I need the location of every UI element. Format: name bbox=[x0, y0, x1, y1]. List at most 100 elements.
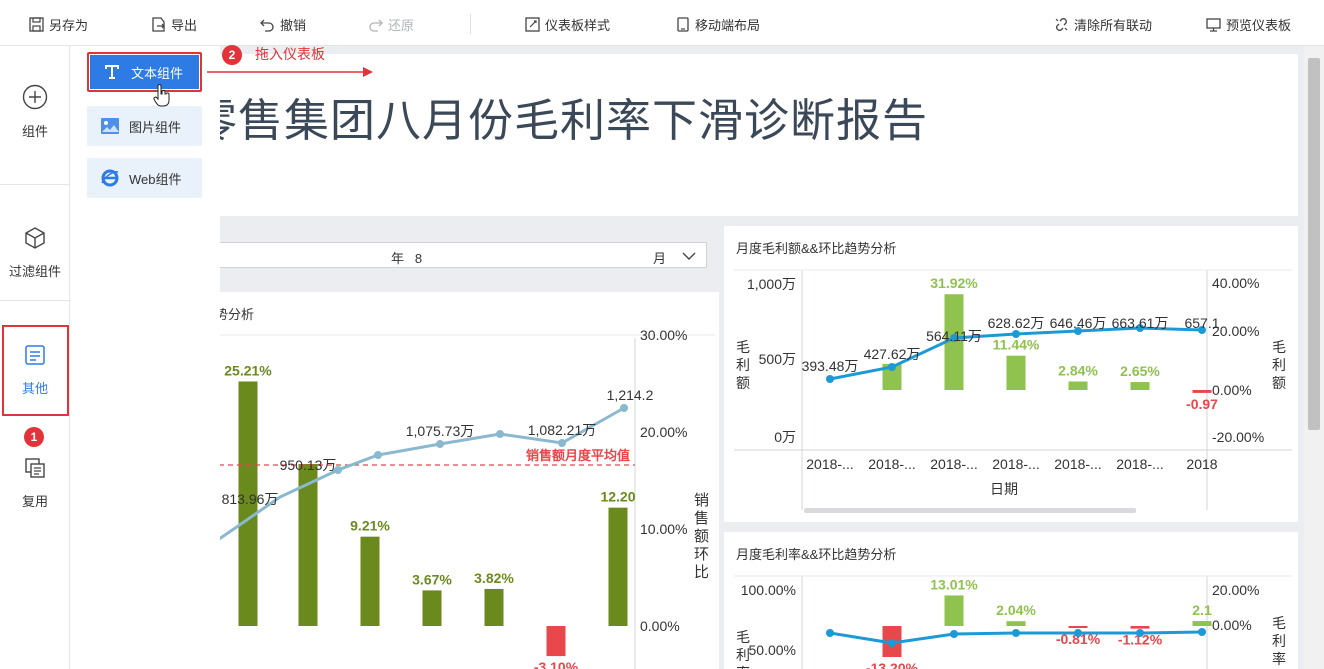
image-component-label: 图片组件 bbox=[129, 119, 182, 135]
left-tick-label: 500万 bbox=[759, 351, 796, 367]
right-tick-label: 10.00% bbox=[640, 521, 687, 537]
right-tick-label: 40.00% bbox=[1212, 275, 1259, 291]
x-tick-label: 2018-... bbox=[868, 456, 915, 472]
sales-bar bbox=[546, 626, 566, 657]
sidebar-item-components[interactable]: 组件 bbox=[0, 84, 70, 140]
step-badge-1: 1 bbox=[24, 427, 44, 447]
text-t-icon bbox=[101, 61, 123, 83]
clear-links-button[interactable]: 清除所有联动 bbox=[1053, 14, 1152, 34]
sidebar-item-label: 过滤组件 bbox=[8, 264, 61, 279]
redo-icon bbox=[367, 16, 383, 32]
x-axis-label: 日期 bbox=[990, 481, 1018, 497]
preview-button[interactable]: 预览仪表板 bbox=[1205, 14, 1291, 34]
sales-bar-label: 9.21% bbox=[350, 518, 390, 534]
sidebar-item-filters[interactable]: 过滤组件 bbox=[0, 226, 70, 280]
export-icon bbox=[150, 16, 166, 32]
right-axis-label-char: 率 bbox=[1272, 651, 1286, 667]
monitor-icon bbox=[1205, 16, 1221, 32]
gross-profit-chart: 1,000万500万0万40.00%20.00%0.00%-20.00%毛利额毛… bbox=[734, 269, 1292, 513]
right-axis-label-char: 比 bbox=[694, 564, 709, 581]
text-component-item[interactable]: 文本组件 bbox=[87, 52, 202, 92]
undo-icon bbox=[259, 16, 275, 32]
month-filter[interactable]: 年 8 月 bbox=[220, 242, 707, 268]
web-component-item[interactable]: Web组件 bbox=[87, 158, 202, 198]
ie-browser-icon bbox=[99, 167, 121, 189]
right-axis-label-char: 利 bbox=[1272, 633, 1286, 649]
sales-bar bbox=[608, 507, 628, 626]
sales-point bbox=[436, 440, 444, 448]
mobile-layout-button[interactable]: 移动端布局 bbox=[674, 14, 760, 34]
sidebar-item-label: 组件 bbox=[21, 124, 48, 139]
scrollbar-thumb[interactable] bbox=[1308, 58, 1320, 430]
sales-line-label: 950.13万 bbox=[280, 457, 337, 473]
gross-profit-card[interactable]: 月度毛利额&&环比趋势分析 1,000万 500万 0万 40.00% 20.00% 0.… bbox=[724, 226, 1298, 522]
redo-label: 还原 bbox=[388, 17, 415, 33]
drag-hint-label: 拖入仪表板 bbox=[255, 46, 325, 62]
right-tick-label: 0.00% bbox=[640, 618, 680, 634]
right-tick-label: 20.00% bbox=[1212, 582, 1259, 598]
vertical-scrollbar[interactable] bbox=[1304, 46, 1324, 669]
horizontal-scroll-thumb bbox=[804, 508, 1136, 513]
preview-label: 预览仪表板 bbox=[1226, 17, 1292, 33]
gross-margin-ratio-label: 13.01% bbox=[930, 576, 978, 592]
gross-profit-ratio-label: -0.97 bbox=[1186, 396, 1218, 412]
gross-margin-bar bbox=[1006, 621, 1026, 626]
gross-margin-bar bbox=[1068, 626, 1088, 628]
gross-margin-bar bbox=[1192, 621, 1212, 626]
toolbar-divider bbox=[470, 14, 471, 34]
sales-chart: 30.00% 20.00% 10.00% 0.00% 销售额环比 25.21% 9.21% 3… bbox=[220, 327, 715, 669]
right-axis-label-char: 额 bbox=[1272, 375, 1286, 391]
hand-cursor-icon bbox=[153, 84, 170, 107]
gross-profit-ratio-label: 11.44% bbox=[993, 337, 1040, 353]
document-icon bbox=[0, 343, 70, 370]
sales-chart-card[interactable]: 势分析 30.00% 20.00% 10.00% 0.00% 销售额环比 25.21% 9.… bbox=[220, 292, 719, 669]
left-axis-label-char: 毛 bbox=[736, 629, 750, 645]
sales-bar bbox=[360, 536, 380, 626]
x-tick-label: 2018-... bbox=[1116, 456, 1163, 472]
left-sidebar: 组件 过滤组件 其他 1 复用 bbox=[0, 46, 70, 669]
sidebar-item-reuse[interactable]: 复用 bbox=[0, 456, 70, 510]
text-component-label: 文本组件 bbox=[131, 65, 184, 81]
sidebar-item-other[interactable]: 其他 bbox=[0, 343, 70, 397]
right-axis-label-char: 售 bbox=[694, 510, 709, 527]
export-button[interactable]: 导出 bbox=[150, 14, 197, 34]
sales-point bbox=[558, 439, 566, 447]
sales-bar-label: 3.82% bbox=[474, 570, 514, 586]
sidebar-divider bbox=[0, 184, 70, 185]
plus-circle-icon bbox=[0, 84, 70, 113]
gross-profit-ratio-label: 31.92% bbox=[930, 275, 978, 291]
gross-profit-amount-label: 646.46万 bbox=[1050, 315, 1107, 331]
gross-margin-card[interactable]: 月度毛利率&&环比趋势分析 100.00% 50.00% 20.00% 0.00% 毛利… bbox=[724, 532, 1298, 669]
gross-margin-chart: 100.00%50.00%20.00%0.00%毛利率毛利率环-13.20%13… bbox=[734, 575, 1292, 669]
gross-margin-point bbox=[1136, 629, 1144, 637]
left-axis-label-char: 利 bbox=[736, 647, 750, 663]
dashboard-style-button[interactable]: 仪表板样式 bbox=[524, 14, 610, 34]
left-axis-label-char: 率 bbox=[736, 665, 750, 669]
component-panel: 文本组件 图片组件 Web组件 bbox=[70, 46, 220, 669]
sales-line-label: 1,075.73万 bbox=[406, 423, 475, 439]
gross-profit-ratio-label: 2.84% bbox=[1058, 362, 1098, 378]
left-axis-label-char: 毛 bbox=[736, 339, 750, 355]
undo-button[interactable]: 撤销 bbox=[259, 14, 306, 34]
gross-margin-bar bbox=[1130, 626, 1150, 629]
style-icon bbox=[524, 16, 540, 32]
mobile-layout-label: 移动端布局 bbox=[695, 17, 761, 33]
gross-margin-point bbox=[950, 630, 958, 638]
right-axis-label-char: 额 bbox=[694, 528, 709, 545]
image-component-item[interactable]: 图片组件 bbox=[87, 106, 202, 146]
gross-profit-bar bbox=[1130, 382, 1150, 390]
right-axis-label-char: 利 bbox=[1272, 357, 1286, 373]
right-tick-label: 30.00% bbox=[640, 327, 687, 343]
sales-bar bbox=[422, 590, 442, 626]
redo-button[interactable]: 还原 bbox=[367, 14, 414, 34]
gross-margin-point bbox=[888, 639, 896, 647]
gross-profit-ratio-label: 2.65% bbox=[1120, 363, 1160, 379]
chevron-down-icon[interactable] bbox=[682, 249, 696, 264]
sidebar-divider bbox=[0, 300, 70, 301]
save-as-button[interactable]: 另存为 bbox=[28, 14, 88, 34]
x-tick-label: 2018-... bbox=[1054, 456, 1101, 472]
gross-profit-amount-label: 393.48万 bbox=[802, 358, 859, 374]
gross-profit-amount-label: 663.61万 bbox=[1112, 315, 1169, 331]
filter-month-value: 8 bbox=[414, 251, 423, 266]
x-tick-label: 2018 bbox=[1186, 456, 1217, 472]
